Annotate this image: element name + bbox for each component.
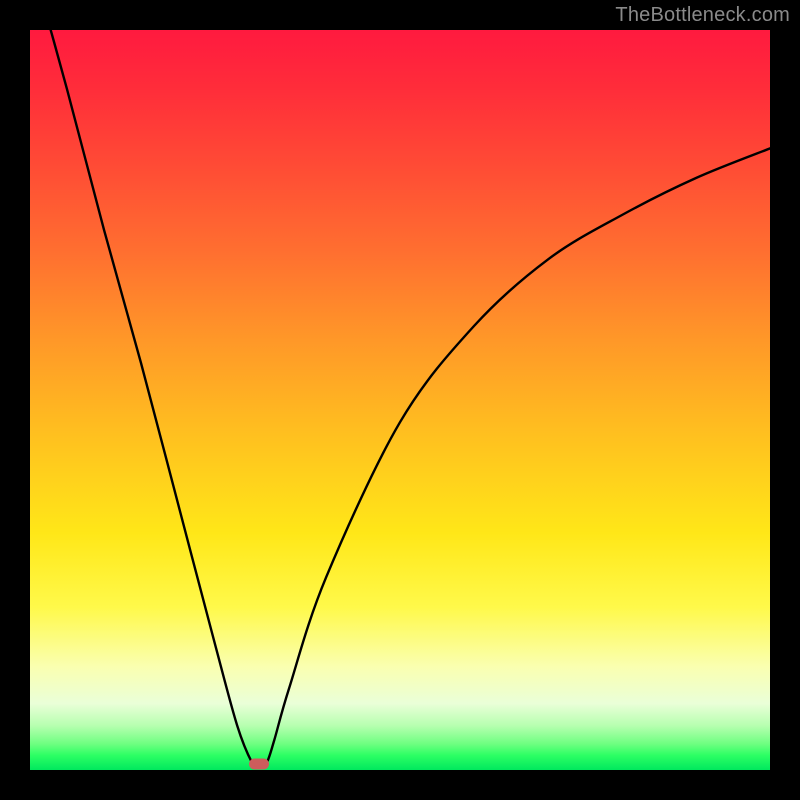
plot-area [30, 30, 770, 770]
watermark-text: TheBottleneck.com [615, 4, 790, 27]
bottleneck-curve [30, 30, 770, 770]
chart-frame: TheBottleneck.com [0, 0, 800, 800]
minimum-marker [249, 759, 269, 770]
